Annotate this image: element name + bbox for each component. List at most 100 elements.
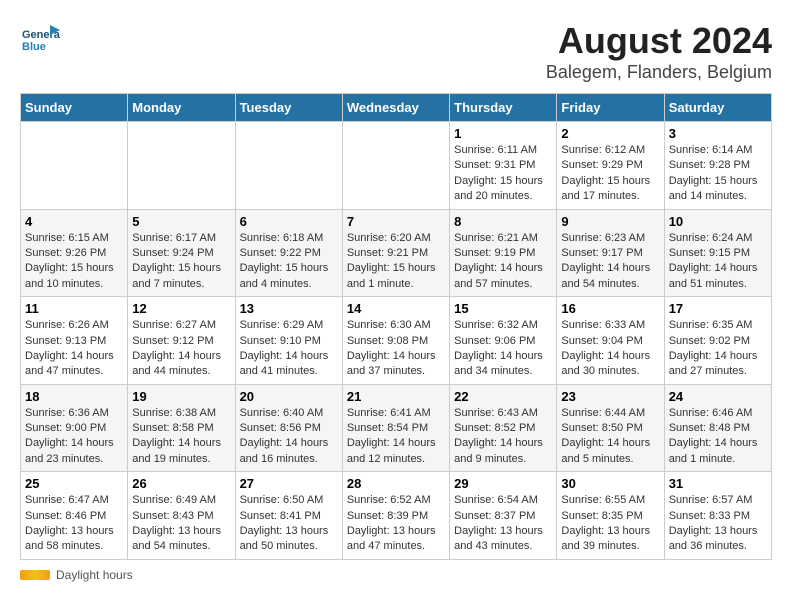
calendar-cell: 15 Sunrise: 6:32 AM Sunset: 9:06 PM Dayli… (450, 297, 557, 385)
day-number: 26 (132, 476, 230, 491)
calendar-cell (128, 122, 235, 210)
day-number: 10 (669, 214, 767, 229)
day-info: Sunrise: 6:38 AM Sunset: 8:58 PM Dayligh… (132, 406, 230, 468)
day-number: 7 (347, 214, 445, 229)
calendar-header-thursday: Thursday (450, 94, 557, 122)
calendar-cell (235, 122, 342, 210)
day-info: Sunrise: 6:27 AM Sunset: 9:12 PM Dayligh… (132, 318, 230, 380)
day-info: Sunrise: 6:12 AM Sunset: 9:29 PM Dayligh… (561, 143, 659, 205)
calendar-header-row: SundayMondayTuesdayWednesdayThursdayFrid… (21, 94, 772, 122)
day-number: 2 (561, 126, 659, 141)
daylight-bar-icon (20, 570, 50, 580)
day-info: Sunrise: 6:32 AM Sunset: 9:06 PM Dayligh… (454, 318, 552, 380)
calendar-header-wednesday: Wednesday (342, 94, 449, 122)
calendar-week-row: 18Sunrise: 6:36 AM Sunset: 9:00 PM Dayli… (21, 384, 772, 472)
day-info: Sunrise: 6:44 AM Sunset: 8:50 PM Dayligh… (561, 406, 659, 468)
day-info: Sunrise: 6:43 AM Sunset: 8:52 PM Dayligh… (454, 406, 552, 468)
calendar-cell: 10 Sunrise: 6:24 AM Sunset: 9:15 PM Dayli… (664, 209, 771, 297)
day-info: Sunrise: 6:21 AM Sunset: 9:19 PM Dayligh… (454, 231, 552, 293)
title-block: August 2024 Balegem, Flanders, Belgium (546, 20, 772, 83)
day-number: 21 (347, 389, 445, 404)
calendar-cell: 23 Sunrise: 6:44 AM Sunset: 8:50 PM Dayli… (557, 384, 664, 472)
page-header: General Blue August 2024 Balegem, Flande… (20, 20, 772, 83)
day-info: Sunrise: 6:24 AM Sunset: 9:15 PM Dayligh… (669, 231, 767, 293)
calendar-cell: 5 Sunrise: 6:17 AM Sunset: 9:24 PM Daylig… (128, 209, 235, 297)
calendar-cell: 9 Sunrise: 6:23 AM Sunset: 9:17 PM Daylig… (557, 209, 664, 297)
calendar-cell: 11 Sunrise: 6:26 AM Sunset: 9:13 PM Dayli… (21, 297, 128, 385)
day-info: Sunrise: 6:33 AM Sunset: 9:04 PM Dayligh… (561, 318, 659, 380)
calendar-cell: 22 Sunrise: 6:43 AM Sunset: 8:52 PM Dayli… (450, 384, 557, 472)
day-info: Sunrise: 6:17 AM Sunset: 9:24 PM Dayligh… (132, 231, 230, 293)
day-number: 13 (240, 301, 338, 316)
day-info: Sunrise: 6:14 AM Sunset: 9:28 PM Dayligh… (669, 143, 767, 205)
day-number: 17 (669, 301, 767, 316)
day-number: 4 (25, 214, 123, 229)
day-info: Sunrise: 6:30 AM Sunset: 9:08 PM Dayligh… (347, 318, 445, 380)
day-info: Sunrise: 6:50 AM Sunset: 8:41 PM Dayligh… (240, 493, 338, 555)
day-number: 12 (132, 301, 230, 316)
calendar-cell: 24 Sunrise: 6:46 AM Sunset: 8:48 PM Dayli… (664, 384, 771, 472)
day-info: Sunrise: 6:26 AM Sunset: 9:13 PM Dayligh… (25, 318, 123, 380)
day-info: Sunrise: 6:47 AM Sunset: 8:46 PM Dayligh… (25, 493, 123, 555)
calendar-cell: 2 Sunrise: 6:12 AM Sunset: 9:29 PM Daylig… (557, 122, 664, 210)
calendar-cell: 19 Sunrise: 6:38 AM Sunset: 8:58 PM Dayli… (128, 384, 235, 472)
day-info: Sunrise: 6:49 AM Sunset: 8:43 PM Dayligh… (132, 493, 230, 555)
calendar-cell: 28 Sunrise: 6:52 AM Sunset: 8:39 PM Dayli… (342, 472, 449, 560)
calendar-cell: 21 Sunrise: 6:41 AM Sunset: 8:54 PM Dayli… (342, 384, 449, 472)
day-number: 15 (454, 301, 552, 316)
day-info: Sunrise: 6:57 AM Sunset: 8:33 PM Dayligh… (669, 493, 767, 555)
calendar-cell: 27Sunrise: 6:50 AM Sunset: 8:41 PM Dayli… (235, 472, 342, 560)
day-number: 23 (561, 389, 659, 404)
calendar-week-row: 11 Sunrise: 6:26 AM Sunset: 9:13 PM Dayli… (21, 297, 772, 385)
calendar-week-row: 1 Sunrise: 6:11 AM Sunset: 9:31 PM Daylig… (21, 122, 772, 210)
calendar-cell: 1 Sunrise: 6:11 AM Sunset: 9:31 PM Daylig… (450, 122, 557, 210)
calendar-header-monday: Monday (128, 94, 235, 122)
calendar-cell: 7Sunrise: 6:20 AM Sunset: 9:21 PM Daylig… (342, 209, 449, 297)
calendar-cell: 13 Sunrise: 6:29 AM Sunset: 9:10 PM Dayli… (235, 297, 342, 385)
day-number: 22 (454, 389, 552, 404)
calendar-cell: 29 Sunrise: 6:54 AM Sunset: 8:37 PM Dayli… (450, 472, 557, 560)
day-info: Sunrise: 6:46 AM Sunset: 8:48 PM Dayligh… (669, 406, 767, 468)
day-number: 19 (132, 389, 230, 404)
day-number: 9 (561, 214, 659, 229)
day-info: Sunrise: 6:23 AM Sunset: 9:17 PM Dayligh… (561, 231, 659, 293)
calendar-cell: 26 Sunrise: 6:49 AM Sunset: 8:43 PM Dayli… (128, 472, 235, 560)
calendar-header-sunday: Sunday (21, 94, 128, 122)
day-number: 16 (561, 301, 659, 316)
calendar-cell (342, 122, 449, 210)
daylight-label: Daylight hours (56, 568, 133, 582)
day-info: Sunrise: 6:52 AM Sunset: 8:39 PM Dayligh… (347, 493, 445, 555)
month-year-title: August 2024 (546, 20, 772, 62)
day-number: 24 (669, 389, 767, 404)
day-number: 20 (240, 389, 338, 404)
calendar-cell: 4Sunrise: 6:15 AM Sunset: 9:26 PM Daylig… (21, 209, 128, 297)
day-info: Sunrise: 6:18 AM Sunset: 9:22 PM Dayligh… (240, 231, 338, 293)
logo: General Blue (20, 20, 64, 60)
day-info: Sunrise: 6:41 AM Sunset: 8:54 PM Dayligh… (347, 406, 445, 468)
calendar-header-saturday: Saturday (664, 94, 771, 122)
calendar-cell (21, 122, 128, 210)
day-number: 11 (25, 301, 123, 316)
day-info: Sunrise: 6:11 AM Sunset: 9:31 PM Dayligh… (454, 143, 552, 205)
calendar-header-friday: Friday (557, 94, 664, 122)
calendar-week-row: 4Sunrise: 6:15 AM Sunset: 9:26 PM Daylig… (21, 209, 772, 297)
day-info: Sunrise: 6:29 AM Sunset: 9:10 PM Dayligh… (240, 318, 338, 380)
day-info: Sunrise: 6:54 AM Sunset: 8:37 PM Dayligh… (454, 493, 552, 555)
svg-text:Blue: Blue (22, 41, 46, 53)
location-subtitle: Balegem, Flanders, Belgium (546, 62, 772, 83)
calendar-header-tuesday: Tuesday (235, 94, 342, 122)
day-number: 5 (132, 214, 230, 229)
calendar-table: SundayMondayTuesdayWednesdayThursdayFrid… (20, 93, 772, 560)
calendar-cell: 20Sunrise: 6:40 AM Sunset: 8:56 PM Dayli… (235, 384, 342, 472)
calendar-cell: 30 Sunrise: 6:55 AM Sunset: 8:35 PM Dayli… (557, 472, 664, 560)
day-number: 30 (561, 476, 659, 491)
day-info: Sunrise: 6:55 AM Sunset: 8:35 PM Dayligh… (561, 493, 659, 555)
day-number: 28 (347, 476, 445, 491)
calendar-cell: 3Sunrise: 6:14 AM Sunset: 9:28 PM Daylig… (664, 122, 771, 210)
day-number: 29 (454, 476, 552, 491)
calendar-cell: 31Sunrise: 6:57 AM Sunset: 8:33 PM Dayli… (664, 472, 771, 560)
day-number: 14 (347, 301, 445, 316)
logo-icon: General Blue (20, 20, 60, 60)
day-info: Sunrise: 6:35 AM Sunset: 9:02 PM Dayligh… (669, 318, 767, 380)
day-number: 1 (454, 126, 552, 141)
